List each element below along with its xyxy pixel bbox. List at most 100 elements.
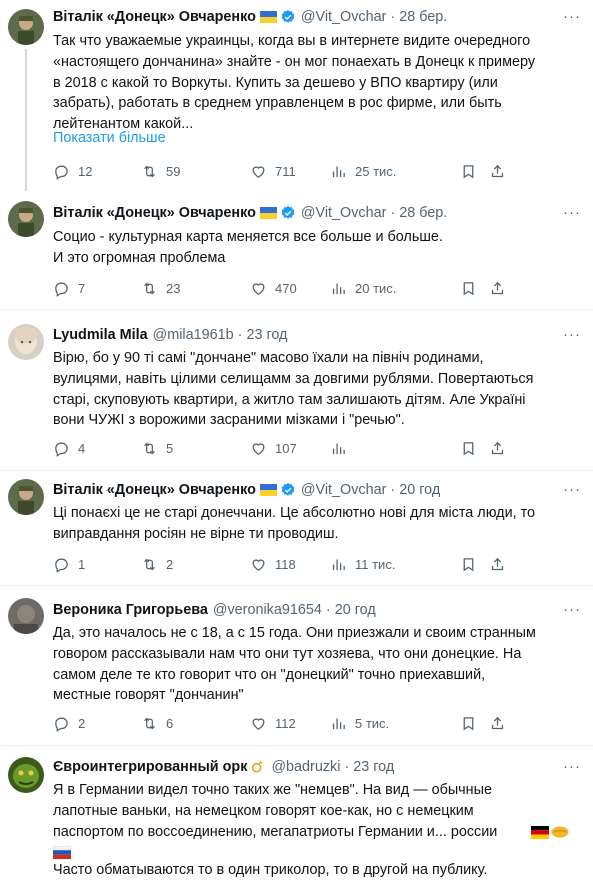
- avatar[interactable]: [8, 324, 44, 360]
- display-name[interactable]: Євроинтегрированный орк: [53, 759, 247, 775]
- tweet-actions: 12 59 711 25 тис.: [53, 162, 553, 180]
- more-options-icon[interactable]: ···: [563, 8, 581, 25]
- reply-icon: [55, 165, 68, 180]
- tweet[interactable]: Євроинтегрированный орк @badruzki · 23 г…: [0, 746, 593, 886]
- share-button[interactable]: [489, 440, 514, 457]
- views-button[interactable]: 20 тис.: [330, 280, 450, 297]
- like-count: 711: [275, 163, 296, 179]
- display-name[interactable]: Lyudmila Mila: [53, 327, 148, 343]
- handle[interactable]: @veronika91654: [213, 602, 322, 618]
- views-button[interactable]: [330, 440, 450, 457]
- retweet-count: 59: [166, 163, 181, 179]
- views-button[interactable]: 11 тис.: [330, 556, 450, 573]
- timestamp[interactable]: 20 год: [399, 482, 440, 498]
- handshake-icon: [551, 826, 569, 838]
- russia-flag-icon: [53, 846, 71, 859]
- tweet-header: Євроинтегрированный орк @badruzki · 23 г…: [53, 757, 583, 777]
- verified-badge-icon: [281, 10, 295, 23]
- tweet[interactable]: Lyudmila Mila @mila1961b · 23 год ··· Ві…: [0, 310, 593, 471]
- views-chart-icon: [332, 166, 345, 177]
- share-icon: [491, 557, 504, 570]
- timestamp[interactable]: 28 бер.: [399, 205, 447, 221]
- like-button[interactable]: 107: [250, 440, 330, 457]
- more-options-icon[interactable]: ···: [563, 326, 581, 343]
- share-button[interactable]: [489, 163, 514, 180]
- handle[interactable]: @badruzki: [271, 759, 340, 775]
- more-options-icon[interactable]: ···: [563, 204, 581, 221]
- like-button[interactable]: 112: [250, 715, 330, 732]
- tweet-actions: 2 6 112 5 тис.: [53, 714, 553, 732]
- show-more-link[interactable]: Показати більше: [53, 130, 166, 146]
- tweet-text: Ці понаєхі це не старі донеччани. Це абс…: [53, 505, 536, 542]
- reply-button[interactable]: 12: [53, 163, 141, 180]
- reply-button[interactable]: 1: [53, 556, 141, 573]
- reply-button[interactable]: 7: [53, 280, 141, 297]
- more-options-icon[interactable]: ···: [563, 481, 581, 498]
- display-name[interactable]: Віталік «Донецк» Овчаренко: [53, 9, 256, 25]
- retweet-button[interactable]: 2: [141, 556, 229, 573]
- tweet-text: Социо - культурная карта меняется все бо…: [53, 229, 443, 266]
- views-chart-icon: [332, 443, 345, 454]
- timestamp[interactable]: 20 год: [335, 602, 376, 618]
- tweet-actions: 4 5 107: [53, 439, 553, 457]
- handle[interactable]: @Vit_Ovchar: [301, 482, 387, 498]
- share-button[interactable]: [489, 280, 514, 297]
- tweet[interactable]: Віталік «Донецк» Овчаренко @Vit_Ovchar ·…: [0, 471, 593, 586]
- like-count: 112: [275, 715, 296, 731]
- handle[interactable]: @mila1961b: [153, 327, 234, 343]
- timestamp[interactable]: 23 год: [246, 327, 287, 343]
- retweet-icon: [144, 717, 155, 729]
- share-button[interactable]: [489, 715, 514, 732]
- tweet-header: Віталік «Донецк» Овчаренко @Vit_Ovchar ·…: [53, 7, 583, 27]
- reply-count: 4: [78, 440, 86, 456]
- avatar[interactable]: [8, 598, 44, 634]
- bookmark-button[interactable]: [460, 280, 485, 297]
- avatar[interactable]: [8, 757, 44, 793]
- retweet-button[interactable]: 23: [141, 280, 229, 297]
- like-count: 118: [275, 556, 296, 572]
- reply-count: 2: [78, 715, 86, 731]
- views-button[interactable]: 5 тис.: [330, 715, 450, 732]
- bookmark-button[interactable]: [460, 440, 485, 457]
- handle[interactable]: @Vit_Ovchar: [301, 9, 387, 25]
- bookmark-icon: [463, 281, 474, 295]
- more-options-icon[interactable]: ···: [563, 601, 581, 618]
- retweet-button[interactable]: 5: [141, 440, 229, 457]
- bookmark-button[interactable]: [460, 715, 485, 732]
- tweet[interactable]: Вероника Григорьева @veronika91654 · 20 …: [0, 586, 593, 746]
- bookmark-icon: [463, 716, 474, 730]
- like-button[interactable]: 711: [250, 163, 330, 180]
- display-name[interactable]: Віталік «Донецк» Овчаренко: [53, 205, 256, 221]
- retweet-button[interactable]: 59: [141, 163, 229, 180]
- timestamp[interactable]: 23 год: [353, 759, 394, 775]
- tweet[interactable]: Віталік «Донецк» Овчаренко @Vit_Ovchar ·…: [0, 0, 593, 191]
- like-count: 470: [275, 280, 297, 296]
- like-button[interactable]: 470: [250, 280, 330, 297]
- retweet-button[interactable]: 6: [141, 715, 229, 732]
- bookmark-button[interactable]: [460, 163, 485, 180]
- share-button[interactable]: [489, 556, 514, 573]
- avatar[interactable]: [8, 9, 44, 45]
- tweet-text: Так что уважаемые украинцы, когда вы в и…: [53, 33, 536, 133]
- ukraine-flag-icon: [259, 11, 277, 23]
- share-icon: [491, 441, 504, 454]
- tweet[interactable]: Віталік «Донецк» Овчаренко @Vit_Ovchar ·…: [0, 189, 593, 310]
- bookmark-button[interactable]: [460, 556, 485, 573]
- views-button[interactable]: 25 тис.: [330, 163, 450, 180]
- bookmark-icon: [463, 164, 474, 178]
- display-name[interactable]: Віталік «Донецк» Овчаренко: [53, 482, 256, 498]
- reply-button[interactable]: 2: [53, 715, 141, 732]
- timestamp[interactable]: 28 бер.: [399, 9, 447, 25]
- bookmark-icon: [463, 557, 474, 571]
- avatar[interactable]: [8, 201, 44, 237]
- avatar[interactable]: [8, 479, 44, 515]
- tweet-text: Да, это началось не с 18, а с 15 года. О…: [53, 625, 536, 704]
- display-name[interactable]: Вероника Григорьева: [53, 602, 208, 618]
- more-options-icon[interactable]: ···: [563, 758, 581, 775]
- reply-button[interactable]: 4: [53, 440, 141, 457]
- badge-ring-icon: [252, 761, 264, 773]
- handle[interactable]: @Vit_Ovchar: [301, 205, 387, 221]
- retweet-count: 2: [166, 556, 174, 572]
- like-button[interactable]: 118: [250, 556, 330, 573]
- views-chart-icon: [332, 718, 345, 729]
